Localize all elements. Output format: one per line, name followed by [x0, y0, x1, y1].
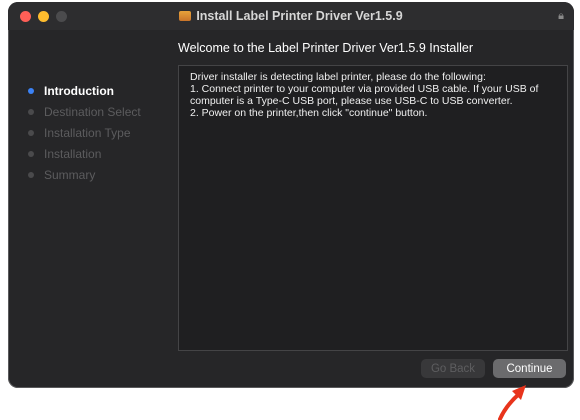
- step-label: Destination Select: [44, 104, 141, 119]
- step-installation-type: Installation Type: [26, 122, 176, 143]
- content-line: 1. Connect printer to your computer via …: [190, 83, 539, 107]
- window-title: Install Label Printer Driver Ver1.5.9: [196, 9, 403, 23]
- step-bullet-icon: [28, 171, 34, 178]
- lock-icon[interactable]: 🔒︎: [558, 10, 564, 23]
- annotation-arrow-icon: [498, 385, 526, 420]
- content-text: Driver installer is detecting label prin…: [179, 66, 560, 119]
- installer-window: Install Label Printer Driver Ver1.5.9 🔒︎…: [8, 2, 574, 388]
- package-icon: [179, 11, 192, 21]
- step-label: Installation Type: [44, 125, 131, 140]
- content-line: 2. Power on the printer,then click "cont…: [190, 107, 428, 119]
- step-bullet-icon: [28, 108, 34, 115]
- step-label: Introduction: [44, 83, 114, 98]
- continue-button[interactable]: Continue: [493, 359, 566, 378]
- step-bullet-icon: [28, 150, 34, 157]
- content-line: Driver installer is detecting label prin…: [190, 71, 486, 83]
- step-introduction: Introduction: [26, 80, 176, 101]
- step-bullet-icon: [28, 129, 34, 136]
- page-heading: Welcome to the Label Printer Driver Ver1…: [178, 41, 474, 55]
- step-bullet-icon: [28, 87, 34, 94]
- installer-steps-sidebar: Introduction Destination Select Installa…: [26, 80, 176, 185]
- step-summary: Summary: [26, 164, 176, 185]
- step-installation: Installation: [26, 143, 176, 164]
- step-label: Summary: [44, 167, 96, 182]
- title-bar: Install Label Printer Driver Ver1.5.9 🔒︎: [8, 2, 574, 30]
- step-label: Installation: [44, 146, 102, 161]
- step-destination-select: Destination Select: [26, 101, 176, 122]
- go-back-button[interactable]: Go Back: [421, 359, 485, 378]
- content-panel[interactable]: Driver installer is detecting label prin…: [178, 65, 568, 351]
- window-title-container: Install Label Printer Driver Ver1.5.9: [8, 9, 574, 23]
